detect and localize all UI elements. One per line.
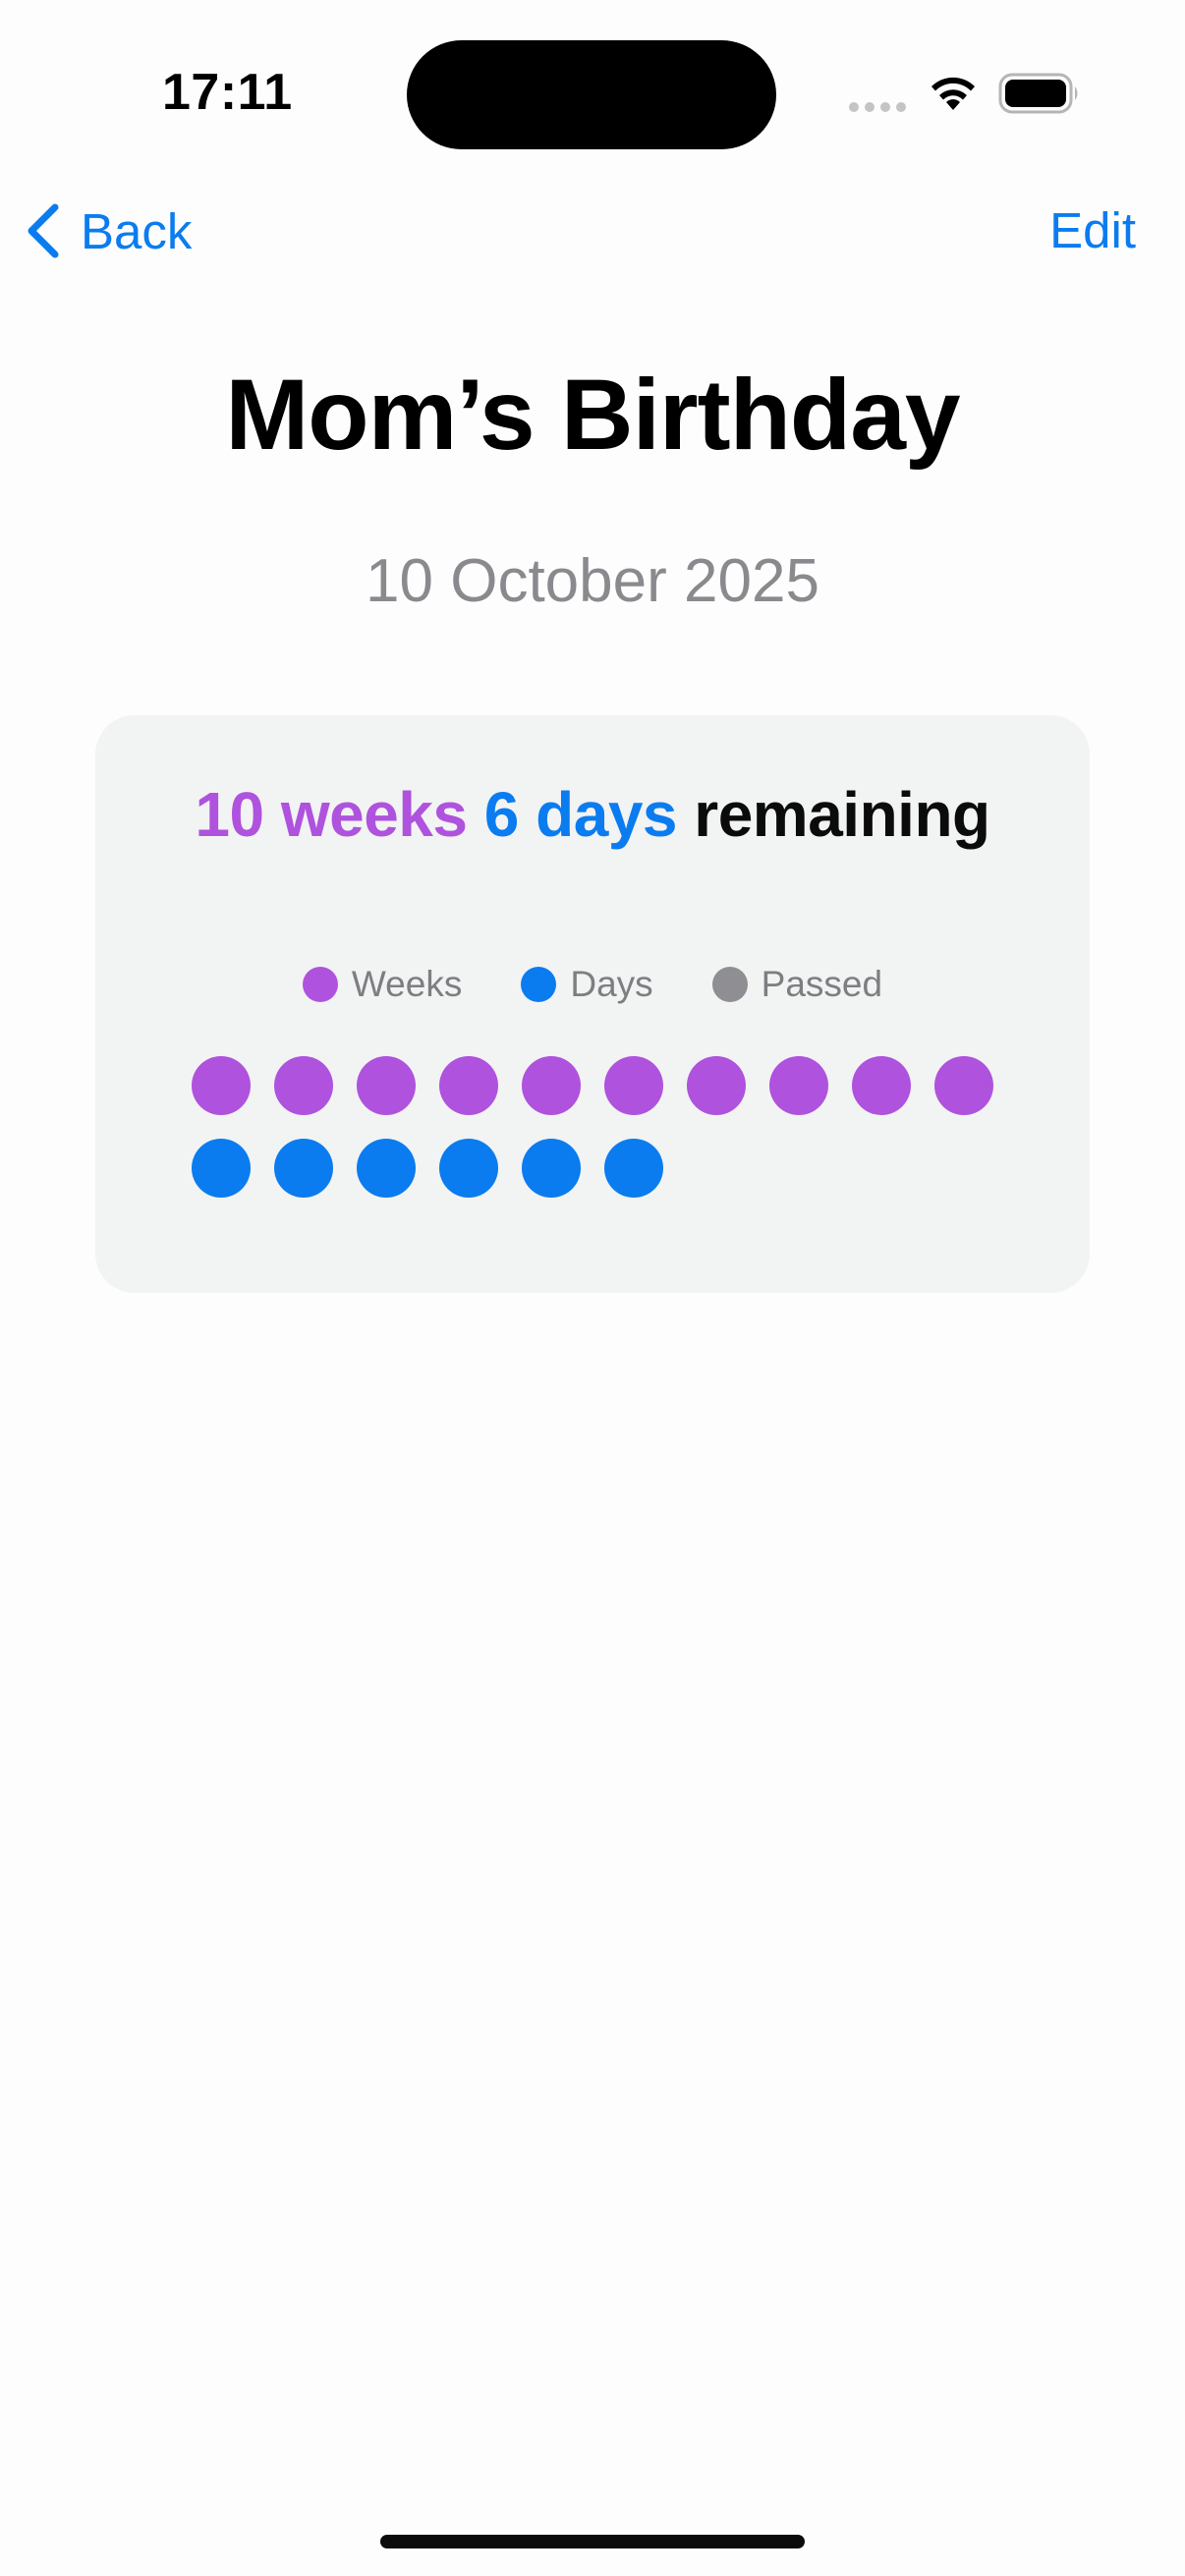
battery-icon <box>998 73 1078 114</box>
day-dot <box>357 1139 416 1198</box>
back-button[interactable]: Back <box>24 198 192 263</box>
remaining-summary: 10 weeks 6 days remaining <box>95 778 1090 851</box>
day-dot <box>604 1139 663 1198</box>
status-time: 17:11 <box>162 64 293 121</box>
legend-item-weeks: Weeks <box>302 964 463 1005</box>
days-dot-icon <box>521 967 557 1002</box>
countdown-card: 10 weeks 6 days remaining Weeks Days Pas… <box>95 715 1090 1293</box>
screen: 17:11 Back Edit Mom’s Birthday 10 Octobe… <box>0 0 1185 2576</box>
week-dot-row <box>192 1056 1037 1115</box>
day-dot <box>192 1139 251 1198</box>
week-dot <box>192 1056 251 1115</box>
week-dot <box>934 1056 993 1115</box>
event-title: Mom’s Birthday <box>225 359 960 471</box>
remaining-label: remaining <box>694 779 990 850</box>
legend: Weeks Days Passed <box>95 964 1090 1005</box>
week-dot <box>604 1056 663 1115</box>
weeks-dot-icon <box>302 967 338 1002</box>
countdown-dots <box>192 1056 1037 1221</box>
day-dot-row <box>192 1139 1037 1198</box>
day-dot <box>439 1139 498 1198</box>
home-indicator[interactable] <box>380 2535 805 2548</box>
event-date: 10 October 2025 <box>366 547 819 615</box>
day-dot <box>274 1139 333 1198</box>
dynamic-island <box>407 40 776 149</box>
legend-item-passed: Passed <box>711 964 883 1005</box>
legend-days-label: Days <box>570 964 653 1004</box>
week-dot <box>687 1056 746 1115</box>
legend-weeks-label: Weeks <box>351 964 463 1004</box>
day-dot <box>522 1139 581 1198</box>
legend-passed-label: Passed <box>761 964 883 1004</box>
week-dot <box>522 1056 581 1115</box>
cellular-signal-icon <box>849 102 906 112</box>
week-dot <box>357 1056 416 1115</box>
passed-dot-icon <box>711 967 748 1002</box>
remaining-days: 6 days <box>483 779 678 850</box>
back-label: Back <box>81 202 193 259</box>
week-dot <box>274 1056 333 1115</box>
legend-item-days: Days <box>521 964 653 1005</box>
chevron-left-icon <box>28 203 59 258</box>
week-dot <box>852 1056 911 1115</box>
remaining-weeks: 10 weeks <box>195 779 468 850</box>
wifi-icon <box>931 77 975 110</box>
edit-button[interactable]: Edit <box>1049 198 1136 263</box>
week-dot <box>439 1056 498 1115</box>
week-dot <box>769 1056 828 1115</box>
